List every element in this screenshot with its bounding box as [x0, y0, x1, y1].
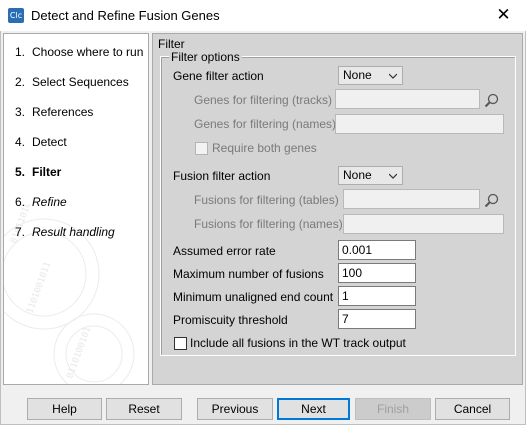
- step-number: 3.: [15, 105, 26, 119]
- title-bar: Clc Detect and Refine Fusion Genes ✕: [0, 0, 526, 31]
- close-icon[interactable]: ✕: [481, 0, 526, 31]
- fusions-tables-field[interactable]: [343, 189, 480, 209]
- panel-title: Filter: [158, 37, 185, 51]
- fusion-filter-action-select[interactable]: None: [338, 166, 403, 185]
- step-number: 4.: [15, 135, 26, 149]
- step-2[interactable]: 2. Select Sequences: [15, 75, 129, 89]
- step-label: Filter: [32, 165, 62, 179]
- step-label: Result handling: [32, 225, 115, 239]
- group-title: Filter options: [169, 50, 242, 64]
- wizard-steps: 010110100110 1101001011 0110100101 1. Cho…: [3, 33, 149, 385]
- filter-panel: Filter Filter options Gene filter action…: [152, 33, 523, 385]
- promiscuity-label: Promiscuity threshold: [173, 313, 288, 327]
- finish-button[interactable]: Finish: [355, 398, 431, 420]
- help-button[interactable]: Help: [27, 398, 102, 420]
- step-5-active[interactable]: 5. Filter: [15, 165, 61, 179]
- fusions-names-label: Fusions for filtering (names): [194, 217, 343, 231]
- min-unaligned-label: Minimum unaligned end count: [173, 290, 334, 304]
- max-fusions-field[interactable]: 100: [338, 263, 416, 283]
- app-icon: Clc: [8, 8, 24, 23]
- step-label: Choose where to run: [32, 45, 144, 59]
- fusion-filter-action-label: Fusion filter action: [173, 169, 271, 183]
- min-unaligned-field[interactable]: 1: [338, 286, 416, 306]
- browse-tables-icon[interactable]: [484, 192, 500, 208]
- button-bar: Help Reset Previous Next Finish Cancel: [1, 389, 525, 425]
- step-number: 5.: [15, 165, 26, 179]
- svg-text:1101001011: 1101001011: [25, 261, 53, 315]
- step-number: 6.: [15, 195, 26, 209]
- svg-text:0110100101: 0110100101: [65, 326, 93, 380]
- fusion-filter-action-value: None: [343, 168, 372, 182]
- chevron-down-icon: [389, 173, 397, 179]
- gene-filter-action-value: None: [343, 68, 372, 82]
- require-both-genes-checkbox[interactable]: [195, 142, 208, 155]
- include-wt-checkbox[interactable]: [174, 337, 187, 350]
- fusions-tables-label: Fusions for filtering (tables): [194, 193, 339, 207]
- step-number: 7.: [15, 225, 26, 239]
- previous-button[interactable]: Previous: [197, 398, 273, 420]
- dialog-body: 010110100110 1101001011 0110100101 1. Cho…: [0, 31, 526, 425]
- genes-tracks-label: Genes for filtering (tracks): [194, 93, 333, 107]
- step-label: References: [32, 105, 94, 119]
- step-7[interactable]: 7. Result handling: [15, 225, 115, 239]
- genes-names-field[interactable]: [335, 114, 504, 134]
- step-label: Select Sequences: [32, 75, 129, 89]
- step-1[interactable]: 1. Choose where to run: [15, 45, 143, 59]
- step-label: Refine: [32, 195, 67, 209]
- gene-filter-action-select[interactable]: None: [338, 66, 403, 85]
- reset-button[interactable]: Reset: [106, 398, 182, 420]
- error-rate-field[interactable]: 0.001: [338, 240, 416, 260]
- error-rate-label: Assumed error rate: [173, 244, 276, 258]
- step-4[interactable]: 4. Detect: [15, 135, 67, 149]
- window-title: Detect and Refine Fusion Genes: [31, 8, 220, 23]
- fusions-names-field[interactable]: [343, 214, 504, 234]
- step-6[interactable]: 6. Refine: [15, 195, 67, 209]
- cancel-button[interactable]: Cancel: [435, 398, 510, 420]
- step-number: 2.: [15, 75, 26, 89]
- genes-tracks-field[interactable]: [335, 89, 480, 109]
- genes-names-label: Genes for filtering (names): [194, 117, 337, 131]
- chevron-down-icon: [389, 73, 397, 79]
- step-number: 1.: [15, 45, 26, 59]
- step-3[interactable]: 3. References: [15, 105, 93, 119]
- step-label: Detect: [32, 135, 67, 149]
- browse-tracks-icon[interactable]: [484, 92, 500, 108]
- require-both-genes-label: Require both genes: [212, 141, 317, 155]
- include-wt-label: Include all fusions in the WT track outp…: [190, 336, 406, 350]
- gene-filter-action-label: Gene filter action: [173, 69, 264, 83]
- next-button[interactable]: Next: [277, 398, 350, 420]
- promiscuity-field[interactable]: 7: [338, 309, 416, 329]
- max-fusions-label: Maximum number of fusions: [173, 267, 324, 281]
